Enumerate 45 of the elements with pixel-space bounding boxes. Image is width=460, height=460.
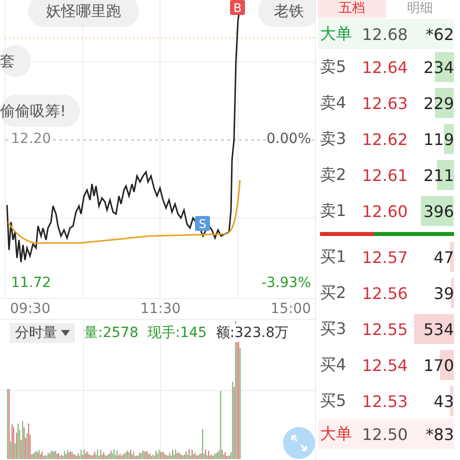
time-label: 11:30 — [140, 300, 181, 319]
price: 12.62 — [362, 130, 409, 148]
caret-icon — [61, 330, 70, 336]
comment-bubble: 妖怪哪里跑 — [28, 0, 139, 27]
time-label: 15:00 — [270, 300, 311, 319]
price: 12.61 — [362, 166, 409, 184]
time-label: 09:30 — [10, 300, 50, 319]
price: 12.54 — [362, 356, 409, 374]
tab[interactable]: 五档 — [318, 0, 386, 18]
row-label: 买5 — [320, 390, 348, 412]
row-label: 买2 — [320, 282, 348, 304]
price: 12.64 — [362, 58, 409, 76]
expand-icon — [290, 434, 308, 452]
row-label: 买4 — [320, 354, 348, 376]
quantity: 534 — [414, 311, 454, 347]
price: 12.63 — [362, 94, 409, 112]
price: 12.68 — [362, 24, 409, 44]
volume-selector[interactable]: 分时量 — [10, 323, 75, 343]
price: 12.55 — [362, 320, 409, 338]
row-label: 卖5 — [320, 56, 348, 78]
row-label: 卖2 — [320, 164, 348, 186]
price: 12.56 — [362, 284, 409, 302]
price: 12.53 — [362, 392, 409, 410]
row-label: 买3 — [320, 318, 348, 340]
expand-button[interactable] — [283, 427, 315, 459]
comment-bubble: 老铁 — [258, 0, 315, 27]
tab[interactable]: 明细 — [386, 0, 454, 18]
amount-value: 额:323.8万 — [216, 324, 289, 342]
price: 12.50 — [362, 424, 409, 444]
price: 12.57 — [362, 248, 409, 266]
current-hand-value: 现手:145 — [147, 324, 207, 342]
comment-bubble: 偷偷吸筹! — [0, 95, 80, 127]
row-label: 大单 — [320, 24, 353, 44]
row-label: 卖4 — [320, 92, 348, 114]
row-label: 大单 — [320, 424, 353, 444]
buy-marker: B — [230, 0, 245, 15]
row-label: 卖3 — [320, 128, 348, 150]
quantity: *83 — [426, 424, 454, 444]
price: 12.60 — [362, 202, 409, 220]
quantity: *62 — [426, 24, 454, 44]
volume-value: 量:2578 — [84, 324, 138, 342]
row-label: 卖1 — [320, 200, 348, 222]
comment-bubble: 套 — [0, 45, 31, 77]
sell-marker: S — [195, 216, 210, 231]
row-label: 买1 — [320, 246, 348, 268]
